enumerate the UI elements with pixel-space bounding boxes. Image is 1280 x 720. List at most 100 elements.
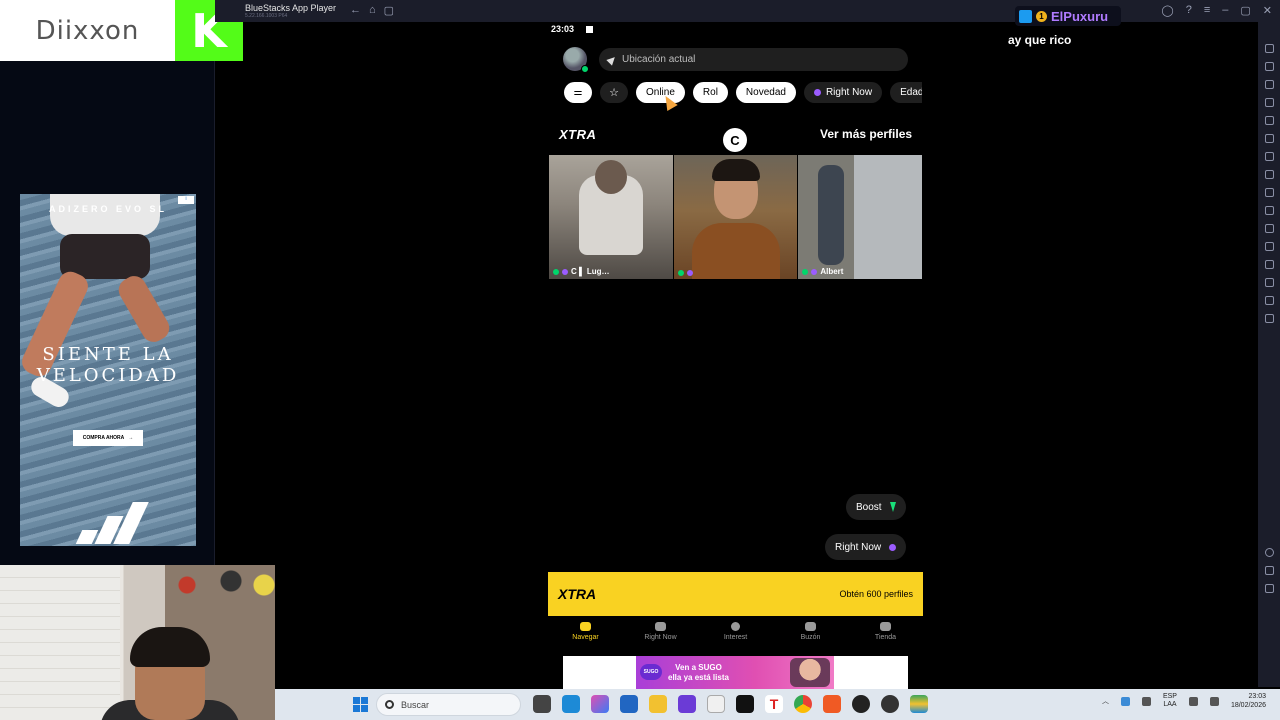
online-dot-icon (677, 270, 684, 276)
copilot-icon[interactable] (591, 695, 609, 713)
account-icon[interactable]: ◯ (1161, 4, 1173, 17)
cam-background (0, 565, 120, 720)
ad-headline-line1: SIENTE LA (42, 344, 174, 365)
home-icon[interactable]: ⌂ (369, 4, 376, 17)
macro-icon[interactable] (1264, 314, 1274, 323)
record-icon[interactable] (1264, 206, 1274, 215)
volume-icon[interactable] (1264, 62, 1274, 71)
xtra-banner-cta: Obtén 600 perfiles (839, 589, 913, 599)
ad-cta-label: COMPRA AHORA (82, 435, 125, 441)
help-icon[interactable]: ? (1186, 4, 1192, 17)
bs-nav: ← ⌂ ▢ (350, 4, 394, 17)
windows-start-icon[interactable] (353, 697, 368, 712)
back-icon[interactable]: ← (350, 4, 361, 17)
language-indicator[interactable]: ESP LAA (1163, 693, 1177, 709)
location-icon[interactable] (1264, 242, 1274, 251)
nav-navegar[interactable]: Navegar (548, 622, 623, 654)
speaker-icon[interactable] (1209, 696, 1219, 706)
profile-label: C ▌ Lug… (553, 267, 610, 276)
app-icon[interactable] (852, 695, 870, 713)
media-icon[interactable] (1264, 224, 1274, 233)
home-icon[interactable] (1264, 584, 1274, 593)
settings-icon[interactable] (1264, 548, 1274, 557)
sync-icon[interactable] (1264, 134, 1274, 143)
boost-button[interactable]: Boost (846, 494, 906, 520)
mic-icon[interactable] (1141, 696, 1151, 706)
sugo-logo: SUGO (640, 664, 662, 680)
network-icon[interactable] (1188, 696, 1198, 706)
shake-icon[interactable] (1264, 260, 1274, 269)
cam-person-hair (130, 627, 210, 667)
online-dot-icon (802, 268, 809, 275)
side-ad[interactable]: i ADIZERO EVO SL SIENTE LA VELOCIDAD COM… (20, 194, 196, 546)
filter-rol[interactable]: Rol (692, 81, 728, 103)
profile-grid: C ▌ Lug… Albert (549, 155, 923, 279)
eco-icon[interactable] (1264, 278, 1274, 287)
bottom-navigation: Navegar Right Now Interest Buzón Tienda (548, 622, 923, 654)
badge-icon: 1 (1036, 10, 1047, 22)
bluestacks-icon[interactable] (910, 695, 928, 713)
apk-icon[interactable] (1264, 170, 1274, 179)
filter-novedad[interactable]: Novedad (735, 81, 796, 103)
taskbar-clock[interactable]: 23:03 18/02/2026 (1231, 692, 1266, 710)
filter-right-now[interactable]: Right Now (803, 81, 883, 103)
nav-interest[interactable]: Interest (698, 622, 773, 654)
location-search[interactable]: Ubicación actual (599, 48, 908, 71)
taskbar-search[interactable]: Buscar (376, 693, 521, 716)
platform-icon (1019, 9, 1032, 23)
ad-info-icon[interactable]: i (178, 196, 194, 204)
online-dot-icon (553, 268, 559, 275)
ad-cta-button[interactable]: COMPRA AHORA → (73, 430, 143, 446)
keyboard-icon[interactable] (1264, 80, 1274, 89)
brave-icon[interactable] (823, 695, 841, 713)
file-explorer-icon[interactable] (649, 695, 667, 713)
video-editor-icon[interactable] (678, 695, 696, 713)
profile-card[interactable] (673, 155, 798, 279)
location-arrow-icon (606, 53, 618, 66)
itunes-icon[interactable] (707, 695, 725, 713)
recents-icon[interactable]: ▢ (384, 4, 394, 17)
right-now-button[interactable]: Right Now (825, 534, 907, 560)
sugo-ad[interactable]: SUGO Ven a SUGO ella ya está lista (636, 656, 834, 689)
xtra-banner-logo: XTRA (558, 586, 597, 602)
bottom-banner-ad[interactable]: SUGO Ven a SUGO ella ya está lista (563, 656, 908, 689)
nav-tienda[interactable]: Tienda (848, 622, 923, 654)
nav-right-now[interactable]: Right Now (623, 622, 698, 654)
ad-shirt (50, 194, 160, 236)
favorites-button[interactable]: ☆ (600, 81, 628, 103)
xtra-upsell-banner[interactable]: XTRA Obtén 600 perfiles (548, 572, 923, 616)
task-view-icon[interactable] (533, 695, 551, 713)
tiktok-icon[interactable] (736, 695, 754, 713)
tray-app-icon[interactable] (1120, 696, 1130, 706)
profile-name: C ▌ Lug… (571, 267, 610, 276)
filter-label: Edad (900, 86, 922, 98)
gamepad-icon[interactable] (1264, 152, 1274, 161)
see-more-profiles-link[interactable]: Ver más perfiles (820, 127, 912, 141)
search-icon (385, 700, 394, 709)
back-icon[interactable] (1264, 566, 1274, 575)
edge-icon[interactable] (562, 695, 580, 713)
window-controls: ◯ ? ≡ – ▢ ✕ (1161, 4, 1272, 17)
profile-card[interactable]: Albert (798, 155, 923, 279)
sliders-icon: ⚌ (573, 86, 583, 98)
chrome-icon[interactable] (794, 695, 812, 713)
filter-edad[interactable]: Edad (890, 81, 922, 103)
outlook-icon[interactable] (620, 695, 638, 713)
close-icon[interactable]: ✕ (1263, 4, 1272, 17)
filter-chips: ⚌ ☆ Online Rol Novedad Right Now Edad (564, 81, 922, 103)
filter-settings-button[interactable]: ⚌ (564, 81, 592, 103)
expand-icon[interactable] (1264, 44, 1274, 53)
chevron-up-icon[interactable]: ︿ (1102, 696, 1109, 706)
menu-icon[interactable]: ≡ (1204, 4, 1210, 17)
rotate-icon[interactable] (1264, 116, 1274, 125)
profile-card[interactable]: C ▌ Lug… (549, 155, 673, 279)
text-tool-icon[interactable]: T (765, 695, 783, 713)
maximize-icon[interactable]: ▢ (1240, 4, 1250, 17)
screen-icon[interactable] (1264, 98, 1274, 107)
screenshot-icon[interactable] (1264, 188, 1274, 197)
layers-icon[interactable] (1264, 296, 1274, 305)
minimize-icon[interactable]: – (1222, 4, 1228, 17)
obs-icon[interactable] (881, 695, 899, 713)
nav-buzon[interactable]: Buzón (773, 622, 848, 654)
ad-leg (114, 271, 174, 347)
